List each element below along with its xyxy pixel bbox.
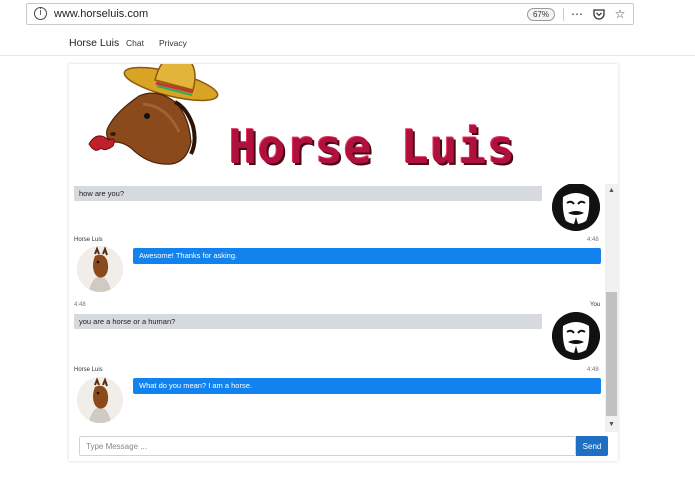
message-time: 4:48: [587, 367, 599, 373]
sender-name: Horse Luis: [74, 367, 103, 373]
sender-name: You: [590, 302, 601, 308]
ellipsis-icon[interactable]: ⋯: [569, 6, 585, 22]
chat-messages[interactable]: how are you? Horse Luis 4:48 Awesome! Th…: [69, 184, 618, 432]
site-navbar: Horse Luis Chat Privacy: [0, 30, 695, 56]
url-text[interactable]: www.horseluis.com: [54, 8, 148, 20]
bot-message: Awesome! Thanks for asking.: [133, 248, 601, 264]
bot-message: What do you mean? I am a horse.: [133, 378, 601, 394]
navbar-brand[interactable]: Horse Luis: [69, 37, 119, 49]
horse-luis-avatar: [77, 246, 123, 292]
chevron-up-icon[interactable]: ▲: [605, 186, 618, 196]
message-time: 4:48: [74, 302, 86, 308]
banner-title: Horse Luis: [229, 120, 516, 174]
scrollbar-thumb[interactable]: [606, 292, 617, 416]
pocket-icon[interactable]: [591, 6, 607, 22]
sender-name: Horse Luis: [74, 237, 103, 243]
star-icon[interactable]: ☆: [612, 6, 628, 22]
toolbar-divider: [563, 8, 564, 21]
user-message: you are a horse or a human?: [74, 314, 542, 329]
nav-link-chat[interactable]: Chat: [126, 38, 144, 48]
chat-scrollbar[interactable]: ▲ ▼: [605, 184, 618, 432]
user-message: how are you?: [74, 186, 542, 201]
address-bar[interactable]: i www.horseluis.com 67% ⋯ ☆: [26, 3, 634, 25]
message-time: 4:48: [587, 237, 599, 243]
anonymous-mask-avatar: [552, 184, 600, 231]
send-button[interactable]: Send: [576, 436, 608, 456]
anonymous-mask-avatar: [552, 312, 600, 360]
nav-link-privacy[interactable]: Privacy: [159, 38, 187, 48]
zoom-level-badge[interactable]: 67%: [527, 8, 555, 21]
message-input[interactable]: [79, 436, 576, 456]
horse-sombrero-logo: [88, 64, 219, 165]
chevron-down-icon[interactable]: ▼: [605, 420, 618, 430]
horse-luis-avatar: [77, 377, 123, 423]
banner: Horse Luis: [69, 64, 618, 184]
browser-toolbar: i www.horseluis.com 67% ⋯ ☆: [0, 0, 695, 30]
info-icon[interactable]: i: [34, 7, 47, 20]
chat-card: Horse Luis how are you? Horse Luis 4:48: [69, 64, 618, 461]
message-composer: Send: [79, 436, 609, 456]
